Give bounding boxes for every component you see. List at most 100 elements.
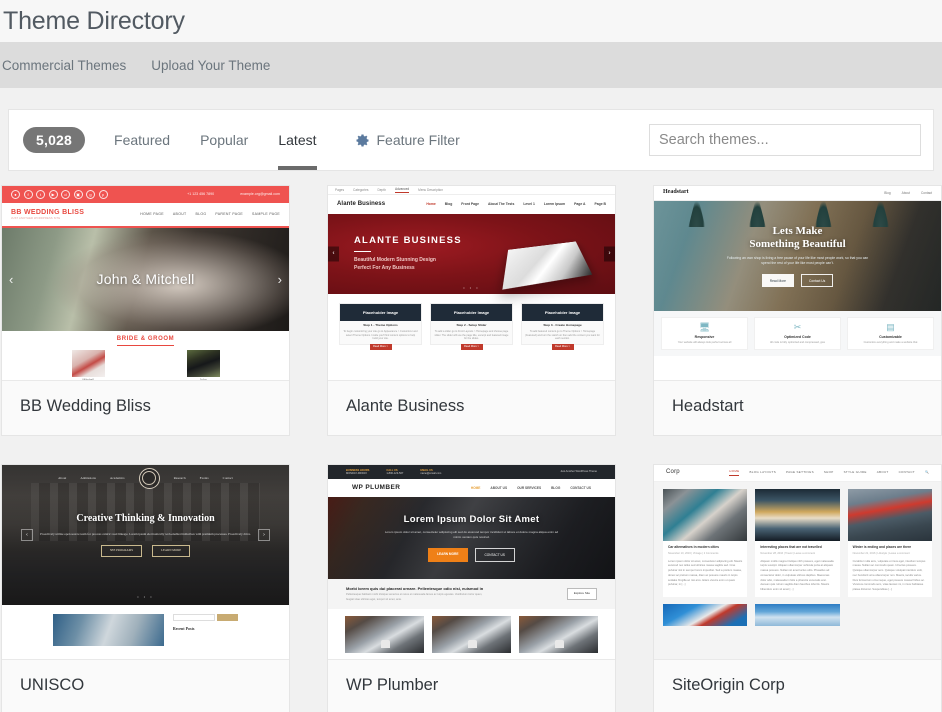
- al-adminbar: Pages Categories Depth Advanced Menu Des…: [328, 186, 615, 195]
- theme-card[interactable]: Pages Categories Depth Advanced Menu Des…: [327, 185, 616, 436]
- hs-feature-title: Customizable: [879, 335, 902, 339]
- theme-card[interactable]: Headstart Blog About Contact Lets Make S…: [653, 185, 942, 436]
- theme-screenshot[interactable]: Corp HOME BLOG LAYOUTS PAGE SETTINGS SHO…: [654, 465, 941, 660]
- theme-card[interactable]: BUSINESS HOURS MONDAY-FRIDAY CALL US 1-8…: [327, 464, 616, 712]
- filter-bar: 5,028 Featured Popular Latest Feature Fi…: [8, 109, 934, 171]
- so-post-body: Lorem ipsum dolor sit amet, consectetur …: [668, 559, 743, 587]
- wp-logo: WP PLUMBER: [352, 483, 401, 491]
- al-menu-item: Lorem Ipsum: [543, 202, 566, 207]
- contact-info: +1 123 456 7890 example.org@gmail.com: [187, 192, 280, 196]
- so-menu-item: SHOP: [823, 470, 834, 475]
- al-menu-item: Page B: [594, 202, 607, 207]
- al-feature-card: Placeholder Image Step 3 - Create Homepa…: [521, 303, 604, 350]
- bb-person-photo: [71, 349, 105, 377]
- theme-name[interactable]: Alante Business: [328, 381, 615, 435]
- al-feature-card: Placeholder Image Step 2 - Setup Slider …: [430, 303, 513, 350]
- hs-menu: Blog About Contact: [884, 191, 932, 195]
- un-search-button: [217, 614, 238, 621]
- next-slide-arrow-icon: ›: [604, 246, 615, 262]
- un-lower-section: Recent Posts: [2, 605, 289, 659]
- wp-section-title: Morbi lorem quis dui placerat ornare. Pe…: [346, 586, 484, 592]
- hs-menu-item: Blog: [884, 191, 891, 195]
- bb-person: Mitchell: [71, 349, 105, 380]
- bb-person-pair: Mitchell John: [2, 349, 289, 380]
- theme-name[interactable]: SiteOrigin Corp: [654, 660, 941, 712]
- wp-gallery-image: [345, 616, 424, 653]
- bb-menu-item: PARENT PAGE: [215, 212, 244, 217]
- al-card-text: To add featured content go to Theme Opti…: [525, 329, 600, 341]
- un-navbar: About Admissions Academics Research Even…: [2, 465, 289, 491]
- hs-contact-button: Contact Us: [801, 274, 834, 288]
- bb-menu: HOME PAGE ABOUT BLOG PARENT PAGE SAMPLE …: [140, 212, 280, 216]
- so-post-title: Interesting places that are not travelle…: [760, 545, 822, 549]
- prev-slide-arrow-icon: ‹: [328, 246, 339, 262]
- al-card-header: Placeholder Image: [340, 304, 421, 321]
- wp-menu-item: HOME: [470, 486, 481, 490]
- theme-name[interactable]: UNISCO: [2, 660, 289, 712]
- al-card-header: Placeholder Image: [431, 304, 512, 321]
- wp-explore-button: Explore Site: [566, 587, 597, 601]
- theme-screenshot[interactable]: Pages Categories Depth Advanced Menu Des…: [328, 186, 615, 381]
- next-slide-arrow-icon: ›: [277, 271, 282, 287]
- facebook-icon: f: [23, 190, 33, 199]
- hs-features: 🖥 Responsive Your website will always lo…: [654, 311, 941, 356]
- nav-item-commercial-themes[interactable]: Commercial Themes: [0, 58, 138, 73]
- pinterest-icon: p: [98, 190, 108, 199]
- un-menu-item: Admissions: [80, 475, 96, 480]
- wp-gallery: [328, 609, 615, 659]
- bb-hero-title: John & Mitchell: [96, 270, 195, 287]
- lamp-icon: [748, 201, 766, 227]
- al-hero-device-image: [502, 241, 593, 290]
- al-adminbar-item: Depth: [377, 188, 386, 192]
- search-input[interactable]: [649, 124, 921, 156]
- so-menu: HOME BLOG LAYOUTS PAGE SETTINGS SHOP STY…: [729, 469, 929, 476]
- feature-filter-button[interactable]: Feature Filter: [355, 128, 460, 152]
- wp-hero: Lorem Ipsum Dolor Sit Amet Lorem ipsum d…: [328, 497, 615, 579]
- theme-card[interactable]: ● f t ▶ d ▣ g p +1 123 456 7890 example.…: [1, 185, 290, 436]
- wp-topbar-value: name@email.com: [420, 472, 442, 475]
- theme-screenshot[interactable]: ● f t ▶ d ▣ g p +1 123 456 7890 example.…: [2, 186, 289, 381]
- tab-popular[interactable]: Popular: [200, 128, 248, 152]
- hs-feature-body: Your website will always look perfect ac…: [677, 341, 732, 345]
- wp-learn-more-button: LEARN MORE: [428, 548, 468, 563]
- theme-name[interactable]: Headstart: [654, 381, 941, 435]
- sliders-icon: ▤: [886, 322, 895, 332]
- so-menu-item: CONTACT: [898, 470, 915, 475]
- theme-screenshot[interactable]: Headstart Blog About Contact Lets Make S…: [654, 186, 941, 381]
- theme-card[interactable]: About Admissions Academics Research Even…: [1, 464, 290, 712]
- wp-hero-title: Lorem Ipsum Dolor Sit Amet: [403, 513, 540, 525]
- masthead: Theme Directory: [0, 0, 942, 42]
- theme-name[interactable]: BB Wedding Bliss: [2, 381, 289, 435]
- theme-screenshot[interactable]: About Admissions Academics Research Even…: [2, 465, 289, 660]
- wp-topbar-item: BUSINESS HOURS MONDAY-FRIDAY: [346, 469, 369, 475]
- theme-card[interactable]: Corp HOME BLOG LAYOUTS PAGE SETTINGS SHO…: [653, 464, 942, 712]
- al-logo: Alante Business: [337, 200, 386, 207]
- so-post-grid: Car alternatives in modern cities Novemb…: [654, 482, 941, 659]
- hs-hero-line-1: Lets Make: [772, 224, 823, 237]
- wp-plumber-preview: BUSINESS HOURS MONDAY-FRIDAY CALL US 1-8…: [328, 465, 615, 659]
- nav-item-upload-your-theme[interactable]: Upload Your Theme: [151, 58, 282, 73]
- hs-navbar: Headstart Blog About Contact: [654, 186, 941, 201]
- al-card-text: To add a slider go to Front Layouts > Ho…: [434, 329, 509, 341]
- tab-featured[interactable]: Featured: [114, 128, 170, 152]
- hs-feature-body: All code is fully optimized and compress…: [769, 341, 826, 345]
- wp-gallery-image: [519, 616, 598, 653]
- wp-gallery-image: [432, 616, 511, 653]
- hs-hero-line-2: Something Beautiful: [749, 238, 846, 251]
- al-adminbar-item: Advanced: [394, 187, 410, 194]
- un-menu-item: Research: [173, 475, 186, 480]
- so-post-row: [663, 603, 932, 626]
- alante-business-preview: Pages Categories Depth Advanced Menu Des…: [328, 186, 615, 380]
- so-post-image: [847, 489, 932, 541]
- un-hero-content: Creative Thinking & Innovation Proactive…: [2, 513, 289, 558]
- bb-hero: ‹ John & Mitchell ›: [2, 228, 289, 331]
- wp-contact-button: CONTACT US: [474, 548, 515, 563]
- wp-topbar-info: BUSINESS HOURS MONDAY-FRIDAY CALL US 1-8…: [346, 469, 441, 475]
- theme-name[interactable]: WP Plumber: [328, 660, 615, 712]
- tab-latest[interactable]: Latest: [278, 128, 317, 170]
- theme-screenshot[interactable]: BUSINESS HOURS MONDAY-FRIDAY CALL US 1-8…: [328, 465, 615, 660]
- wp-menu-item: ABOUT US: [490, 486, 508, 490]
- hs-hero-title: Lets Make Something Beautiful: [749, 225, 845, 252]
- so-menu-item: STYLE GUIDE: [843, 470, 867, 475]
- wp-section-body: Pellentesque habitant morbi tristique se…: [346, 593, 483, 601]
